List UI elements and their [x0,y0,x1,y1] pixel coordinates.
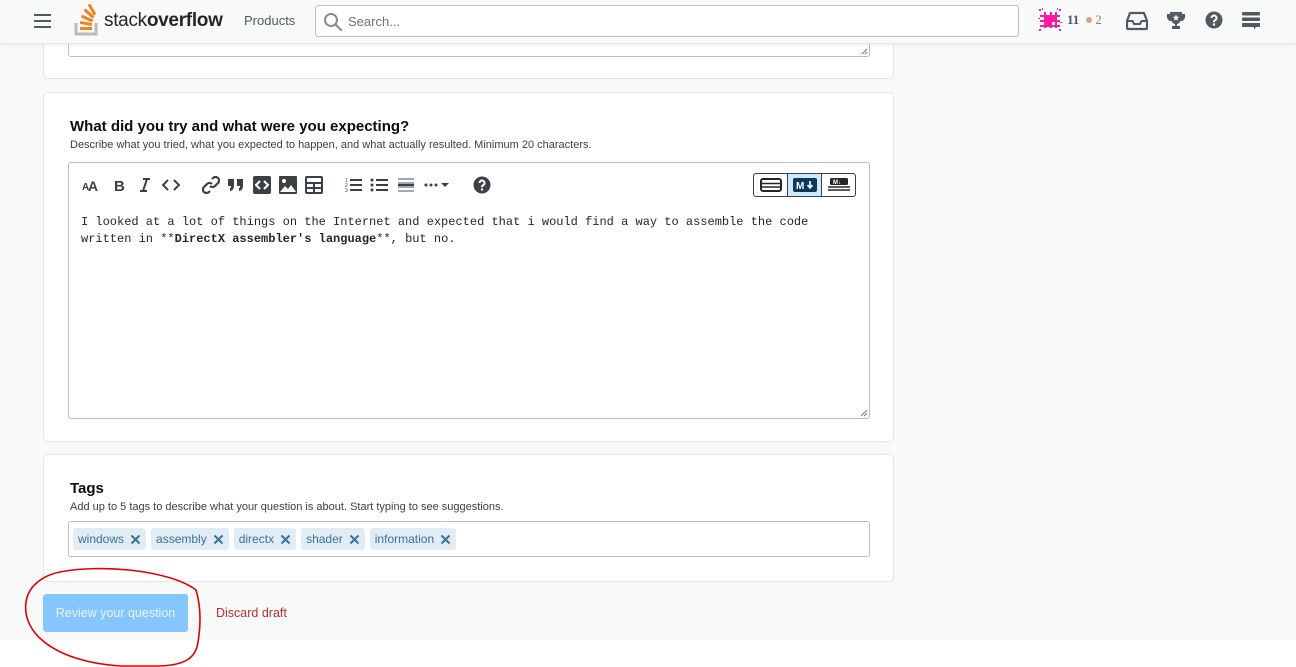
body-line-2-bold: DirectX assembler's language [174,232,377,246]
svg-text:B: B [114,178,125,192]
resize-grip-icon[interactable] [860,409,868,417]
svg-text:A: A [88,178,98,192]
body-line-1: I looked at a lot of things on the Inter… [81,215,809,229]
review-question-button[interactable]: Review your question [43,594,188,632]
try-expecting-section: What did you try and what were you expec… [43,92,894,442]
top-bar: stackoverflow Products 11 2 [0,0,1296,44]
tag-information[interactable]: information [369,528,457,550]
italic-icon[interactable] [135,175,155,195]
markdown-preview-mode-button[interactable]: M↓ [822,174,855,196]
editor-mode-switcher: M M↓ [753,173,856,197]
products-nav-link[interactable]: Products [244,13,295,28]
code-block-icon[interactable] [252,175,272,195]
svg-text:M: M [796,181,804,192]
hamburger-icon[interactable] [34,14,51,28]
help-icon[interactable] [472,175,492,195]
svg-text:3: 3 [345,188,348,193]
tag-directx[interactable]: directx [233,528,297,550]
heading-icon[interactable]: AA [82,175,102,195]
search-box[interactable] [315,5,1019,37]
bronze-badge-icon [1086,17,1093,23]
editor-textarea[interactable]: I looked at a lot of things on the Inter… [81,214,808,248]
site-switcher-icon[interactable] [1242,11,1264,33]
tag-shader[interactable]: shader [301,528,365,550]
horizontal-rule-icon[interactable] [396,175,416,195]
section-description: Add up to 5 tags to describe what your q… [70,501,504,513]
reputation-count: 11 [1067,12,1080,27]
svg-text:M↓: M↓ [833,180,841,186]
blockquote-icon[interactable] [226,175,246,195]
markdown-editor: AA B 1 2 3 M M↓ I looked at a lot of thi… [68,162,870,419]
section-title: What did you try and what were you expec… [70,118,410,135]
remove-tag-icon[interactable] [349,534,360,545]
stackoverflow-logo[interactable]: stackoverflow [74,4,223,36]
remove-tag-icon[interactable] [440,534,451,545]
more-options-icon[interactable] [424,175,452,195]
tags-input[interactable]: windows assembly directx shader informat… [68,521,870,557]
discard-draft-link[interactable]: Discard draft [216,606,287,620]
body-line-2-prefix: written in ** [81,232,175,246]
ordered-list-icon[interactable]: 123 [344,175,364,195]
section-title: Tags [70,480,104,497]
unordered-list-icon[interactable] [369,175,389,195]
markdown-preview-icon: M↓ [827,178,850,191]
inbox-icon[interactable] [1125,11,1149,33]
body-line-2-suffix: **, but no. [376,232,456,246]
help-icon[interactable] [1205,11,1227,33]
bold-icon[interactable]: B [109,175,129,195]
bronze-badge-count: 2 [1095,12,1102,27]
tag-assembly[interactable]: assembly [151,528,229,550]
markdown-icon: M [792,178,817,192]
remove-tag-icon[interactable] [280,534,291,545]
search-input[interactable] [348,12,1008,30]
logo-text: stackoverflow [104,10,223,31]
stack-logo-icon [74,4,98,36]
inline-code-icon[interactable] [161,175,181,195]
user-profile-link[interactable]: 11 2 [1038,8,1102,32]
rich-text-icon [759,178,782,192]
section-description: Describe what you tried, what you expect… [70,139,592,151]
achievements-icon[interactable] [1166,11,1188,33]
image-icon[interactable] [278,175,298,195]
remove-tag-icon[interactable] [213,534,224,545]
table-icon[interactable] [304,175,324,195]
link-icon[interactable] [201,175,221,195]
search-icon [324,13,343,32]
markdown-mode-button[interactable]: M [788,174,822,196]
resize-grip-icon[interactable] [860,47,868,55]
editor-toolbar: AA B 1 2 3 M M↓ [69,163,869,207]
remove-tag-icon[interactable] [130,534,141,545]
tag-windows[interactable]: windows [73,528,147,550]
avatar [1038,8,1062,32]
tags-section: Tags Add up to 5 tags to describe what y… [43,454,894,582]
rich-text-mode-button[interactable] [754,174,788,196]
